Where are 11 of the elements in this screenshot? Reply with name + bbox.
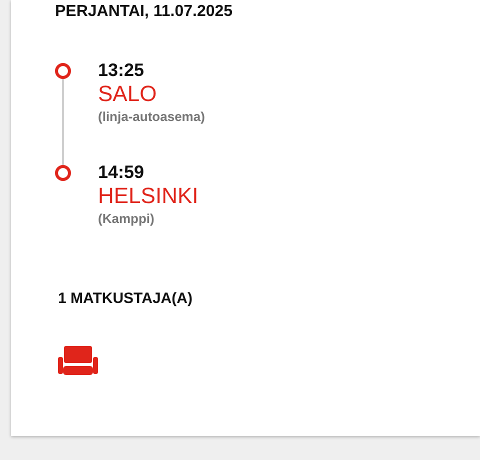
station-name: (linja-autoasema) [98,108,205,126]
armchair-icon [58,346,98,376]
passenger-count: 1 MATKUSTAJA(A) [58,289,192,309]
stop-marker-icon [55,63,71,79]
city-name: HELSINKI [98,183,198,209]
station-name: (Kamppi) [98,210,154,228]
departure-time: 14:59 [98,161,144,183]
city-name: SALO [98,81,157,107]
trip-date: PERJANTAI, 11.07.2025 [55,2,233,22]
stop-marker-icon [55,165,71,181]
departure-time: 13:25 [98,59,144,81]
